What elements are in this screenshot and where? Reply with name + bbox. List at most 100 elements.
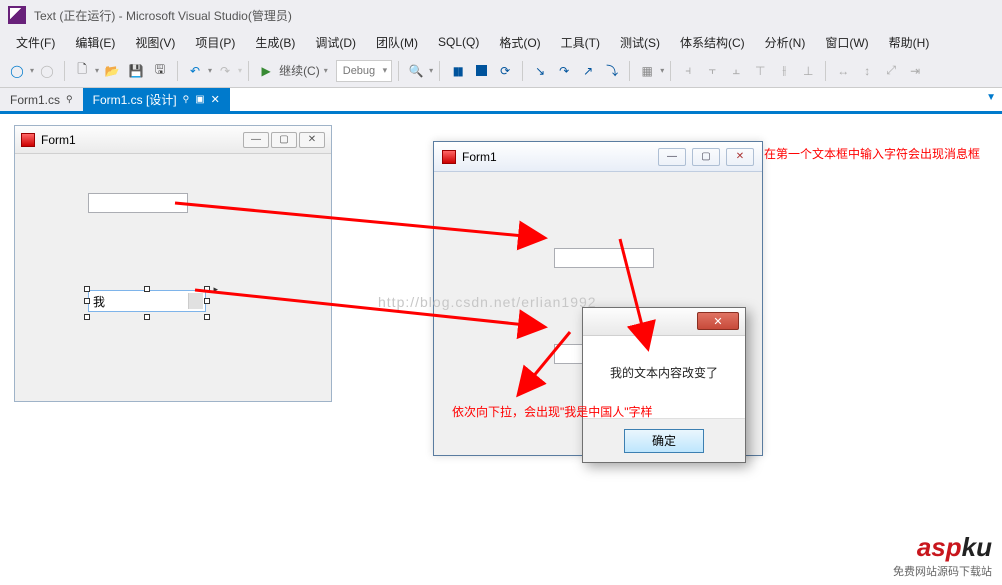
minimize-button[interactable]: — <box>658 148 686 166</box>
continue-button[interactable]: ▶ <box>255 60 277 82</box>
hspace-button[interactable]: ↔ <box>832 60 854 82</box>
form-runtime-titlebar[interactable]: Form1 — ▢ ✕ <box>434 142 762 172</box>
tab-label: Form1.cs [设计] <box>93 91 177 108</box>
chevron-down-icon: ▾ <box>196 297 200 306</box>
size-button[interactable]: ⤢ <box>880 60 902 82</box>
align-left-button[interactable]: ⫞ <box>677 60 699 82</box>
designer-canvas: Form1 — ▢ ✕ 我 ▾ <box>0 117 1002 585</box>
form-designer-window[interactable]: Form1 — ▢ ✕ 我 ▾ <box>14 125 332 402</box>
open-button[interactable]: 📂 <box>101 60 123 82</box>
messagebox-text: 我的文本内容改变了 <box>583 336 745 393</box>
tabs-dropdown-icon[interactable]: ▼ <box>986 92 996 103</box>
aspku-subtitle: 免费网站源码下载站 <box>893 563 992 579</box>
resize-handle[interactable] <box>204 314 210 320</box>
menu-sql[interactable]: SQL(Q) <box>428 33 489 51</box>
vspace-button[interactable]: ↕ <box>856 60 878 82</box>
menu-bar: 文件(F) 编辑(E) 视图(V) 项目(P) 生成(B) 调试(D) 团队(M… <box>0 30 1002 54</box>
menu-debug[interactable]: 调试(D) <box>305 32 366 53</box>
layout-grid-button[interactable]: ▦ <box>636 60 658 82</box>
save-button[interactable]: 💾 <box>125 60 147 82</box>
find-button[interactable]: 🔍 <box>405 60 427 82</box>
step-button[interactable]: ⤵ <box>601 60 623 82</box>
close-button[interactable]: ✕ <box>299 132 325 148</box>
form-icon <box>21 133 35 147</box>
step-over-button[interactable]: ↷ <box>553 60 575 82</box>
aspku-asp: asp <box>917 532 962 562</box>
pin-icon: ⚲ <box>66 94 73 105</box>
messagebox-close-button[interactable]: ✕ <box>697 312 739 330</box>
messagebox-ok-button[interactable]: 确定 <box>624 429 704 453</box>
menu-team[interactable]: 团队(M) <box>366 32 428 53</box>
tab-preview-icon: ▣ <box>195 94 204 105</box>
tab-form1-design[interactable]: Form1.cs [设计] ⚲ ▣ ✕ <box>83 88 230 111</box>
resize-handle[interactable] <box>84 286 90 292</box>
menu-format[interactable]: 格式(O) <box>489 32 550 53</box>
stop-button[interactable] <box>470 60 492 82</box>
close-icon[interactable]: ✕ <box>211 93 220 106</box>
menu-help[interactable]: 帮助(H) <box>879 32 940 53</box>
nav-back-button[interactable]: ◯ <box>6 60 28 82</box>
new-item-button[interactable]: 🗋 <box>71 60 93 82</box>
step-out-button[interactable]: ↗ <box>577 60 599 82</box>
watermark-text: http://blog.csdn.net/erlian1992 <box>378 294 597 310</box>
menu-arch[interactable]: 体系结构(C) <box>670 32 755 53</box>
annotation-text-2: 依次向下拉，会出现"我是中国人"字样 <box>452 403 712 420</box>
nav-fwd-button[interactable]: ◯ <box>36 60 58 82</box>
runtime-textbox1[interactable] <box>554 248 654 268</box>
tab-form1-cs[interactable]: Form1.cs ⚲ <box>0 88 83 111</box>
messagebox[interactable]: ✕ 我的文本内容改变了 确定 <box>582 307 746 463</box>
menu-view[interactable]: 视图(V) <box>125 32 185 53</box>
menu-build[interactable]: 生成(B) <box>245 32 305 53</box>
messagebox-titlebar[interactable]: ✕ <box>583 308 745 336</box>
menu-test[interactable]: 测试(S) <box>610 32 670 53</box>
menu-file[interactable]: 文件(F) <box>6 32 65 53</box>
resize-handle[interactable] <box>144 314 150 320</box>
maximize-button[interactable]: ▢ <box>692 148 720 166</box>
resize-handle[interactable] <box>144 286 150 292</box>
pause-button[interactable]: ▮▮ <box>446 60 468 82</box>
combobox1[interactable]: 我 ▾ <box>88 290 206 312</box>
restart-button[interactable]: ⟳ <box>494 60 516 82</box>
form-designer-body[interactable]: 我 ▾ ▸ <box>15 154 331 401</box>
resize-handle[interactable] <box>84 314 90 320</box>
resize-handle[interactable] <box>84 298 90 304</box>
vs-logo-icon <box>8 6 26 24</box>
resize-handle[interactable] <box>204 286 210 292</box>
toolbar: ◯ ▾ ◯ 🗋 ▾ 📂 💾 🖫 ↶ ▾ ↷ ▾ ▶ 继续(C) ▾ Debug … <box>0 54 1002 88</box>
align-center-button[interactable]: ⫟ <box>701 60 723 82</box>
messagebox-footer: 确定 <box>583 418 745 462</box>
form-title: Form1 <box>462 150 497 164</box>
form-icon <box>442 150 456 164</box>
pin-icon: ⚲ <box>183 94 190 105</box>
window-titlebar: Text (正在运行) - Microsoft Visual Studio(管理… <box>0 0 1002 30</box>
close-button[interactable]: ✕ <box>726 148 754 166</box>
textbox1[interactable] <box>88 193 188 213</box>
align-top-button[interactable]: ⊤ <box>749 60 771 82</box>
redo-button[interactable]: ↷ <box>214 60 236 82</box>
menu-window[interactable]: 窗口(W) <box>815 32 878 53</box>
annotation-text-1: 在第一个文本框中输入字符会出现消息框 <box>764 145 1000 163</box>
aspku-ku: ku <box>962 532 992 562</box>
minimize-button[interactable]: — <box>243 132 269 148</box>
menu-analyze[interactable]: 分析(N) <box>755 32 816 53</box>
config-combo[interactable]: Debug <box>336 60 392 82</box>
tab-order-button[interactable]: ⇥ <box>904 60 926 82</box>
menu-tools[interactable]: 工具(T) <box>551 32 610 53</box>
resize-handle[interactable] <box>204 298 210 304</box>
form-designer-titlebar[interactable]: Form1 — ▢ ✕ <box>15 126 331 154</box>
menu-project[interactable]: 项目(P) <box>185 32 245 53</box>
combobox1-selection[interactable]: 我 ▾ ▸ <box>88 290 206 314</box>
align-middle-button[interactable]: ⫲ <box>773 60 795 82</box>
continue-label[interactable]: 继续(C) <box>279 62 320 79</box>
smart-tag-icon[interactable]: ▸ <box>213 284 218 295</box>
save-all-button[interactable]: 🖫 <box>149 60 171 82</box>
aspku-logo: aspku 免费网站源码下载站 <box>893 532 992 579</box>
document-tabs: Form1.cs ⚲ Form1.cs [设计] ⚲ ▣ ✕ ▼ <box>0 88 1002 114</box>
step-into-button[interactable]: ↘ <box>529 60 551 82</box>
combobox-value: 我 <box>93 295 105 309</box>
undo-button[interactable]: ↶ <box>184 60 206 82</box>
menu-edit[interactable]: 编辑(E) <box>65 32 125 53</box>
maximize-button[interactable]: ▢ <box>271 132 297 148</box>
align-bottom-button[interactable]: ⊥ <box>797 60 819 82</box>
align-right-button[interactable]: ⫠ <box>725 60 747 82</box>
